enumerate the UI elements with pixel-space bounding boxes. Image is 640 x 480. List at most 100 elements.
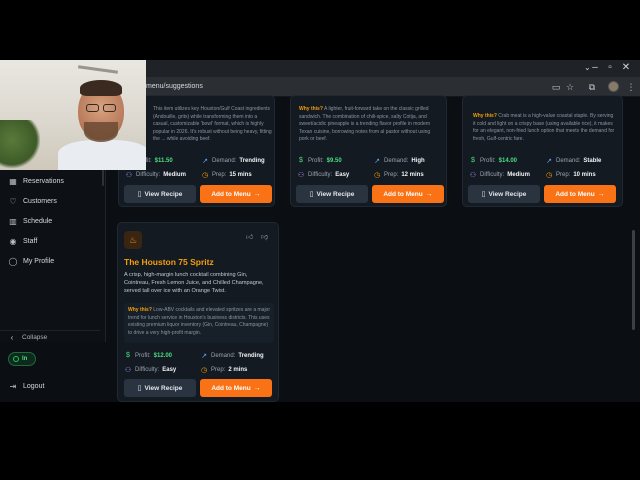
dollar-icon: $ — [299, 157, 303, 164]
sidebar-item-label: Staff — [23, 237, 38, 245]
demand-metric: ↗ Demand: High — [374, 157, 425, 165]
chef-hat-icon: ♨ — [124, 231, 142, 249]
profit-metric: $ Profit: $12.00 — [124, 351, 172, 360]
sidebar-item-staff[interactable]: ◉ Staff — [0, 232, 100, 250]
suggestion-card: Why this? Crab meat is a high-value coas… — [462, 95, 623, 207]
calendar-icon: ▦ — [9, 176, 17, 186]
status-dot-icon — [13, 356, 19, 362]
view-recipe-button[interactable]: ▯ View Recipe — [468, 185, 540, 203]
difficulty-metric: ⚇ Difficulty: Easy — [124, 366, 177, 374]
url-text[interactable]: menu/suggestions — [146, 81, 203, 93]
add-to-menu-button[interactable]: Add to Menu → — [200, 185, 272, 203]
trend-icon: ↗ — [202, 157, 208, 165]
suggestion-card-houston-75-spritz: ♨ 👍︎ 👎︎ The Houston 75 Spritz A crisp, h… — [117, 222, 279, 402]
thumbs-down-icon[interactable]: 👎︎ — [261, 232, 268, 241]
chef-hat-icon: ⚇ — [125, 171, 133, 179]
extensions-icon[interactable]: ⧉ — [586, 81, 598, 93]
prep-metric: ◷ Prep: 10 mins — [545, 171, 596, 179]
sidebar-item-label: Schedule — [23, 217, 53, 225]
why-this-text: Why this? Low-ABV cocktails and elevated… — [128, 307, 271, 336]
demand-metric: ↗ Demand: Trending — [202, 157, 265, 165]
prep-metric: ◷ Prep: 2 mins — [200, 366, 248, 374]
add-to-menu-button[interactable]: Add to Menu → — [372, 185, 444, 203]
webcam-person-shirt — [58, 140, 146, 170]
difficulty-metric: ⚇ Difficulty: Medium — [469, 171, 530, 179]
profit-metric: $ Profit: $14.00 — [469, 156, 517, 165]
collapse-label: Collapse — [22, 334, 48, 341]
main-scrollbar[interactable] — [632, 230, 635, 330]
difficulty-metric: ⚇ Difficulty: Easy — [297, 171, 350, 179]
install-app-icon[interactable]: ▭ — [550, 81, 562, 93]
add-to-menu-button[interactable]: Add to Menu → — [200, 379, 272, 397]
difficulty-metric: ⚇ Difficulty: Medium — [125, 171, 186, 179]
webcam-glasses-right — [103, 104, 116, 112]
book-icon: ▯ — [137, 191, 142, 198]
sidebar-item-label: Customers — [23, 197, 57, 205]
minimize-icon[interactable]: – — [588, 62, 602, 74]
thumbs-up-icon[interactable]: 👍︎ — [246, 232, 253, 241]
sidebar-item-label: My Profile — [23, 257, 55, 265]
card-description: A crisp, high-margin lunch cocktail comb… — [124, 272, 264, 294]
sidebar-item-customers[interactable]: ♡ Customers — [0, 192, 100, 210]
bookmark-star-icon[interactable]: ☆ — [564, 81, 576, 93]
why-this-text: Why this? A lighter, fruit-forward take … — [299, 106, 431, 142]
demand-metric: ↗ Demand: Trending — [201, 352, 264, 360]
why-this-box: Why this? Low-ABV cocktails and elevated… — [124, 303, 274, 343]
webcam-plant — [0, 120, 40, 170]
heart-icon: ♡ — [9, 196, 17, 206]
trend-icon: ↗ — [546, 157, 552, 165]
dollar-icon: $ — [471, 157, 475, 164]
prep-metric: ◷ Prep: 12 mins — [373, 171, 424, 179]
book-icon: ▯ — [481, 191, 486, 198]
sidebar-item-my-profile[interactable]: ◯ My Profile — [0, 252, 100, 270]
chef-hat-icon: ⚇ — [297, 171, 305, 179]
arrow-right-icon: → — [253, 384, 261, 392]
logout-label: Logout — [23, 382, 45, 390]
sidebar-item-schedule[interactable]: ▥ Schedule — [0, 212, 100, 230]
maximize-icon[interactable]: ▫ — [603, 62, 617, 74]
webcam-glasses-left — [86, 104, 99, 112]
add-to-menu-button[interactable]: Add to Menu → — [544, 185, 616, 203]
view-recipe-button[interactable]: ▯ View Recipe — [124, 379, 196, 397]
timer-icon: ◷ — [200, 366, 208, 374]
arrow-right-icon: → — [597, 190, 605, 198]
status-label: In — [22, 356, 28, 362]
collapse-button[interactable]: ‹ Collapse — [0, 330, 100, 344]
view-recipe-button[interactable]: ▯ View Recipe — [124, 185, 196, 203]
chef-hat-icon: ⚇ — [469, 171, 477, 179]
timer-icon: ◷ — [373, 171, 381, 179]
arrow-right-icon: → — [425, 190, 433, 198]
timer-icon: ◷ — [201, 171, 209, 179]
webcam-person-beard — [84, 122, 118, 142]
sidebar-item-label: Reservations — [23, 177, 64, 185]
profile-avatar-icon[interactable] — [608, 81, 619, 92]
browser-menu-icon[interactable]: ⋮ — [625, 81, 637, 93]
card-title: The Houston 75 Spritz — [124, 257, 214, 267]
webcam-person-hair — [80, 80, 122, 96]
suggestions-panel: This item utilizes key Houston/Gulf Coas… — [107, 95, 640, 402]
staff-icon: ◉ — [9, 236, 17, 246]
logout-icon: ⇥ — [9, 381, 17, 391]
why-this-text: Why this? Crab meat is a high-value coas… — [473, 113, 615, 142]
clock-status-toggle[interactable]: In — [8, 352, 36, 366]
sidebar-item-reservations[interactable]: ▦ Reservations — [0, 172, 100, 190]
chef-hat-icon: ⚇ — [124, 366, 132, 374]
why-this-text: This item utilizes key Houston/Gulf Coas… — [153, 106, 272, 142]
arrow-right-icon: → — [253, 190, 261, 198]
demand-metric: ↗ Demand: Stable — [546, 157, 602, 165]
prep-metric: ◷ Prep: 15 mins — [201, 171, 252, 179]
trend-icon: ↗ — [201, 352, 207, 360]
suggestion-card: Why this? A lighter, fruit-forward take … — [290, 95, 447, 207]
timer-icon: ◷ — [545, 171, 553, 179]
profile-icon: ◯ — [8, 256, 18, 266]
book-icon: ▯ — [309, 191, 314, 198]
webcam-ceiling-fan — [77, 65, 119, 74]
webcam-overlay — [0, 60, 146, 170]
logout-button[interactable]: ⇥ Logout — [8, 380, 45, 392]
close-window-icon[interactable]: ✕ — [619, 62, 633, 74]
profit-metric: $ Profit: $9.50 — [297, 156, 342, 165]
book-icon: ▯ — [137, 385, 142, 392]
view-recipe-button[interactable]: ▯ View Recipe — [296, 185, 368, 203]
chevron-left-icon: ‹ — [10, 333, 14, 342]
dollar-icon: $ — [126, 352, 130, 359]
